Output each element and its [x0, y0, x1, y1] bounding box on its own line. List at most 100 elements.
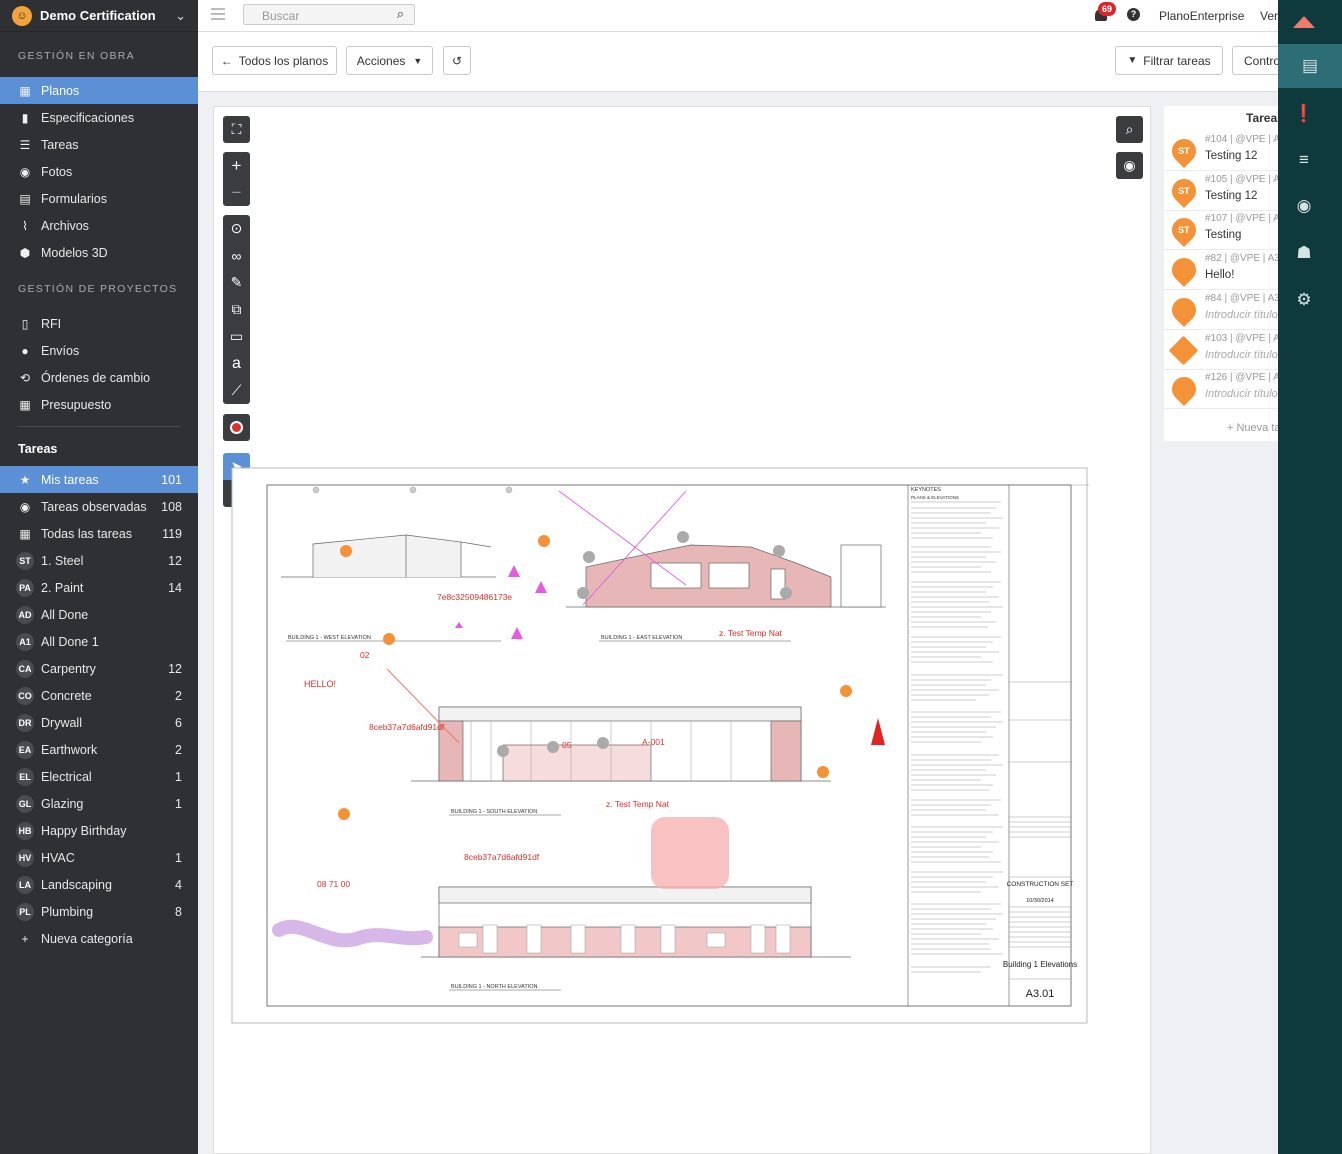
task-category-item[interactable]: CO Concrete 2: [0, 682, 198, 709]
category-badge: HV: [16, 848, 34, 867]
svg-text:02: 02: [360, 650, 370, 660]
search-plan-icon[interactable]: ⌕: [1116, 116, 1143, 143]
fullscreen-icon[interactable]: ⛶: [223, 116, 250, 143]
user-name[interactable]: PlanoEnterprise: [1159, 9, 1244, 23]
task-category-item[interactable]: DR Drywall 6: [0, 709, 198, 736]
pencil-tool-icon[interactable]: ✎: [223, 269, 250, 296]
task-category-item[interactable]: CA Carpentry 12: [0, 655, 198, 682]
right-rail: ▤ ❗ ≡ ◉ ☗ ⚙: [1278, 0, 1342, 1154]
search-input[interactable]: Buscar ⌕: [243, 4, 415, 25]
search-icon[interactable]: ⌕: [397, 6, 404, 22]
plans-panel-icon[interactable]: ▤: [1278, 44, 1342, 88]
help-icon[interactable]: ?: [1127, 8, 1140, 21]
shapes-tool-icon[interactable]: ⧉: [223, 296, 250, 323]
map-pin-icon: ST: [1167, 213, 1201, 248]
grid-icon: ▦: [19, 526, 31, 541]
task-category-item[interactable]: PL Plumbing 8: [0, 898, 198, 925]
settings-gear-icon[interactable]: ⚙: [1278, 278, 1330, 322]
sidebar-item-especificaciones[interactable]: ▮ Especificaciones: [0, 104, 198, 131]
sidebar-item-modelos-3d[interactable]: ⬢ Modelos 3D: [0, 239, 198, 266]
task-category-item[interactable]: PA 2. Paint 14: [0, 574, 198, 601]
collapse-up-icon[interactable]: [1278, 0, 1330, 44]
link-tool-icon[interactable]: ∞: [223, 242, 250, 269]
sidebar-item-archivos[interactable]: ⌇ Archivos: [0, 212, 198, 239]
section-header-obra: GESTIÓN EN OBRA: [18, 50, 135, 62]
sidebar-item-fotos[interactable]: ◉ Fotos: [0, 158, 198, 185]
task-list-item[interactable]: #84 | @VPE | A3. Introducir título: [1164, 291, 1283, 330]
category-badge: GL: [16, 794, 34, 813]
task-category-item[interactable]: EA Earthwork 2: [0, 736, 198, 763]
control-button[interactable]: Contro: [1232, 46, 1282, 75]
sidebar-item-formularios[interactable]: ▤ Formularios: [0, 185, 198, 212]
sidebar-item-rfi[interactable]: ▯ RFI: [0, 310, 198, 337]
briefcase-tool-icon[interactable]: ▭: [223, 323, 250, 350]
menu-icon[interactable]: [211, 8, 225, 20]
category-badge: A1: [16, 632, 34, 651]
task-category-item[interactable]: GL Glazing 1: [0, 790, 198, 817]
svg-text:BUILDING 1 - SOUTH ELEVATION: BUILDING 1 - SOUTH ELEVATION: [451, 809, 537, 815]
chevron-down-icon[interactable]: ⌄: [175, 8, 186, 24]
org-name: Demo Certification: [40, 8, 156, 23]
svg-text:8ceb37a7d6afd91df: 8ceb37a7d6afd91df: [369, 722, 445, 732]
category-badge: PA: [16, 578, 34, 597]
ver-menu[interactable]: Ver: [1260, 9, 1278, 23]
filter-tasks-button[interactable]: ▼ Filtrar tareas: [1115, 46, 1223, 75]
task-filter-item[interactable]: ▦ Todas las tareas 119: [0, 520, 198, 547]
visibility-icon[interactable]: ◉: [1116, 152, 1143, 179]
blueprint-sheet[interactable]: KEYNOTES PLANS & ELEVATIONS CONSTRUCTION…: [231, 467, 1089, 1025]
sidebar-item-planos[interactable]: ▦ Planos: [0, 77, 198, 104]
clipboard-icon: ▤: [19, 191, 31, 206]
sidebar-item-presupuesto[interactable]: ▦ Presupuesto: [0, 391, 198, 418]
task-list-item[interactable]: #103 | @VPE | A3 Introducir título: [1164, 331, 1285, 370]
zoom-in-icon[interactable]: +: [223, 152, 250, 179]
task-filter-item[interactable]: ◉ Tareas observadas 108: [0, 493, 198, 520]
history-icon: ↺: [451, 53, 463, 68]
zoom-out-icon[interactable]: −: [223, 179, 250, 206]
svg-text:z. Test Temp Nat: z. Test Temp Nat: [606, 799, 670, 809]
svg-text:CONSTRUCTION SET: CONSTRUCTION SET: [1007, 881, 1074, 888]
task-category-item[interactable]: ST 1. Steel 12: [0, 547, 198, 574]
task-category-item[interactable]: EL Electrical 1: [0, 763, 198, 790]
text-tool-icon[interactable]: a: [223, 350, 250, 377]
layers-icon[interactable]: ≡: [1278, 138, 1330, 182]
new-task-button[interactable]: + Nueva ta: [1227, 422, 1281, 434]
org-switcher[interactable]: ☺ Demo Certification ⌄: [0, 0, 198, 32]
sidebar-item-tareas[interactable]: ☰ Tareas: [0, 131, 198, 158]
user-lock-icon[interactable]: ☗: [1278, 231, 1330, 275]
color-picker-icon[interactable]: [223, 414, 250, 441]
task-category-item[interactable]: HB Happy Birthday: [0, 817, 198, 844]
category-badge: LA: [16, 875, 34, 894]
ruler-tool-icon[interactable]: ⟋: [223, 377, 250, 404]
pin-tool-icon[interactable]: ⊙: [223, 215, 250, 242]
camera-icon: ◉: [19, 164, 31, 179]
task-list-item[interactable]: ST #104 | @VPE | A3 Testing 12: [1164, 132, 1285, 171]
svg-text:BUILDING 1 - EAST ELEVATION: BUILDING 1 - EAST ELEVATION: [601, 635, 682, 641]
category-badge: PL: [16, 902, 34, 921]
list-icon: ☰: [19, 137, 31, 152]
task-category-item[interactable]: HV HVAC 1: [0, 844, 198, 871]
comment-alert-icon[interactable]: ❗: [1278, 92, 1330, 136]
notification-badge: 69: [1098, 2, 1116, 16]
sidebar-item-envíos[interactable]: ● Envíos: [0, 337, 198, 364]
task-filter-item[interactable]: ★ Mis tareas 101: [0, 466, 198, 493]
task-list-item[interactable]: #126 | @VPE | A3 Introducir título: [1164, 370, 1285, 410]
top-bar: Buscar ⌕ 69 ? PlanoEnterprise Ver: [198, 0, 1278, 32]
task-category-item[interactable]: LA Landscaping 4: [0, 871, 198, 898]
svg-text:A3.01: A3.01: [1026, 988, 1055, 1000]
back-to-plans-button[interactable]: ← Todos los planos: [212, 46, 337, 75]
history-button[interactable]: ↺: [443, 46, 471, 75]
arrow-left-icon: ←: [220, 53, 233, 68]
svg-text:05: 05: [562, 740, 572, 750]
tasks-panel: Tareas ST #104 | @VPE | A3 Testing 12 ST #10…: [1164, 106, 1285, 441]
actions-dropdown[interactable]: Acciones ▼: [346, 46, 433, 75]
task-list-item[interactable]: ST #107 | @VPE | A3 Testing: [1164, 211, 1285, 251]
eye-icon[interactable]: ◉: [1278, 184, 1330, 228]
task-category-item[interactable]: A1 All Done 1: [0, 628, 198, 655]
category-badge: CO: [16, 686, 34, 705]
new-category-button[interactable]: + Nueva categoría: [0, 925, 198, 952]
task-list-item[interactable]: ST #105 | @VPE | A3 Testing 12: [1164, 172, 1285, 211]
plan-viewer[interactable]: ⛶ + − ⊙ ∞ ✎ ⧉ ▭ a ⟋ ➤ ↺ ⌕ ◉ KEYNOTES: [213, 106, 1151, 1154]
sidebar-item-órdenes-de-cambio[interactable]: ⟲ Órdenes de cambio: [0, 364, 198, 391]
task-category-item[interactable]: AD All Done: [0, 601, 198, 628]
task-list-item[interactable]: #82 | @VPE | A3. Hello!: [1164, 251, 1283, 291]
